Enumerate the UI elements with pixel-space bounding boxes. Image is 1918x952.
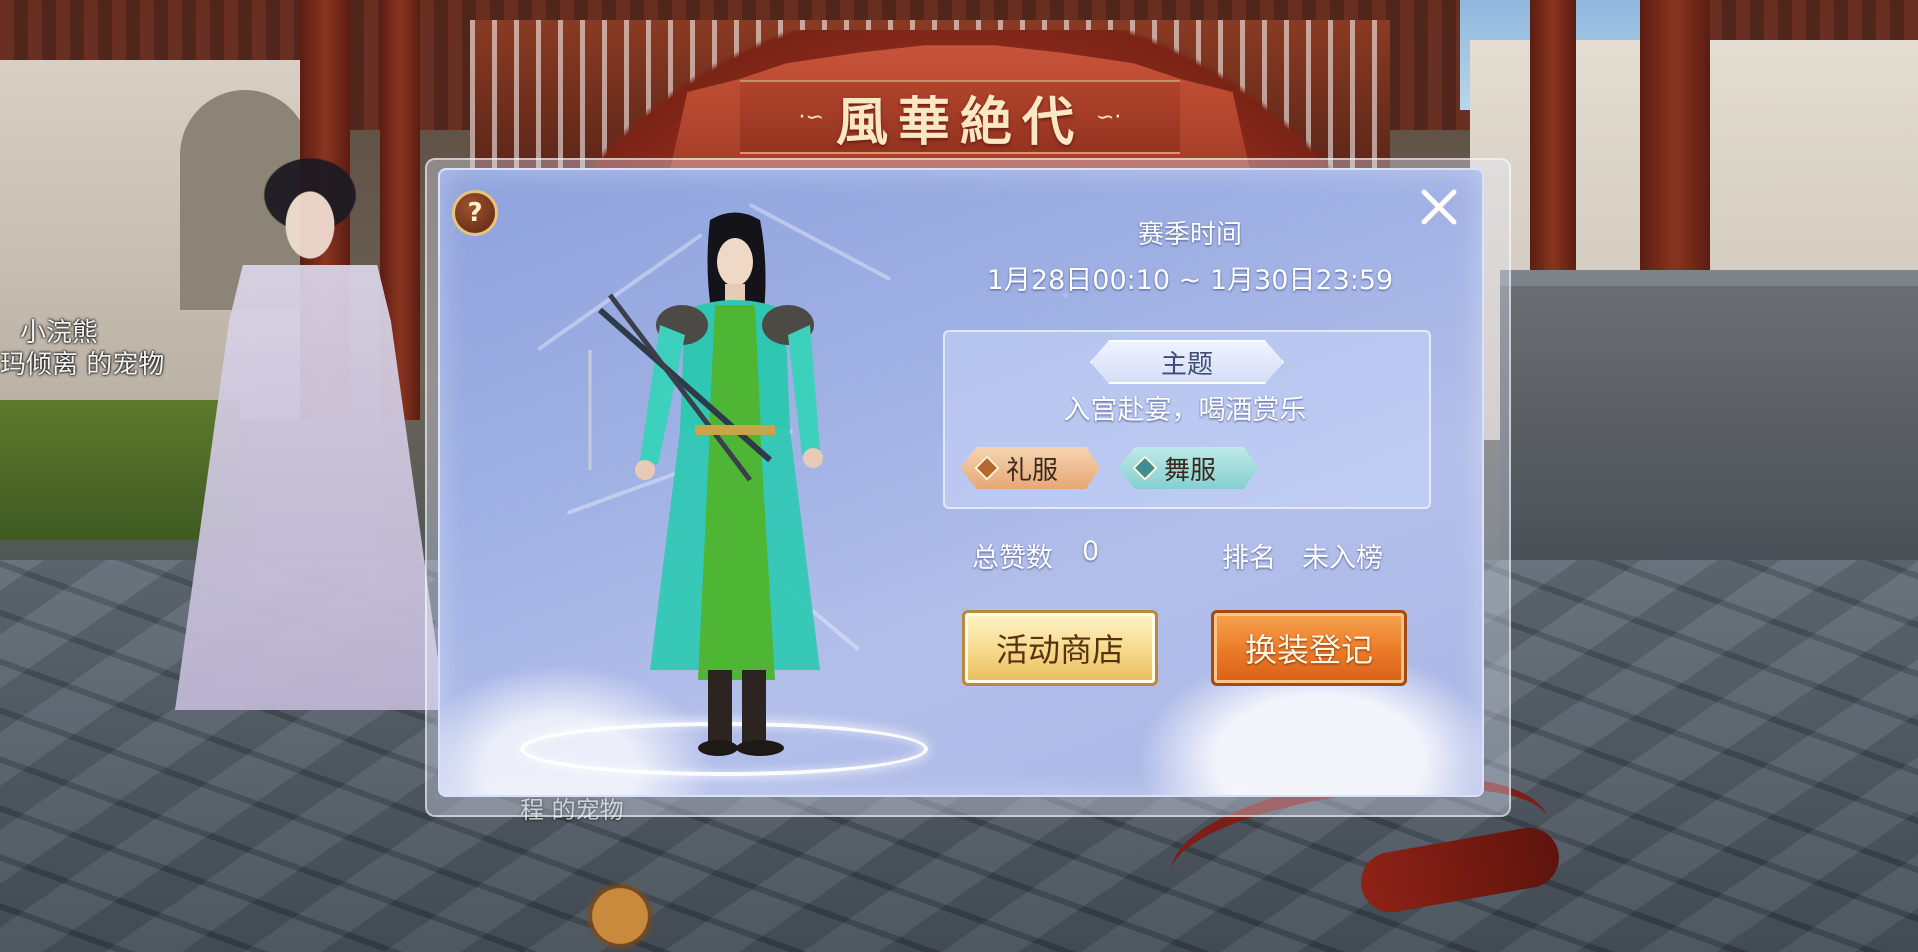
season-time-title: 赛季时间 <box>1137 220 1242 250</box>
close-icon[interactable] <box>1412 180 1466 234</box>
rank-label: 排名 <box>1222 543 1276 574</box>
stone-balustrade <box>1500 270 1918 566</box>
help-glyph: ? <box>467 198 483 228</box>
pet-creature[interactable] <box>585 880 655 952</box>
rank-value: 未入榜 <box>1302 543 1383 574</box>
event-banner-plaque: ·∽ 風華絶代 ∽· <box>740 80 1180 154</box>
character-model[interactable] <box>520 200 940 780</box>
total-likes-value: 0 <box>1082 536 1100 567</box>
question-icon[interactable]: ? <box>452 190 498 236</box>
pet-owner-label: 玛倾离 的宠物 <box>0 350 165 380</box>
banner-ornament-right: ∽· <box>1096 104 1122 130</box>
outfit-tag-label: 舞服 <box>1164 455 1217 486</box>
close-x-glyph <box>1421 189 1457 225</box>
theme-description: 入宫赴宴，喝酒赏乐 <box>1063 395 1307 426</box>
banner-ornament-left: ·∽ <box>798 104 824 130</box>
game-scene: 小浣熊 玛倾离 的宠物 程 的宠物 ·∽ 風華絶代 ∽· ? 赛季时间 1月28… <box>0 0 1918 952</box>
diamond-icon <box>974 455 1000 481</box>
event-shop-button[interactable]: 活动商店 <box>962 610 1158 686</box>
total-likes-label: 总赞数 <box>972 543 1053 574</box>
event-title: 風華絶代 <box>835 91 1084 153</box>
diamond-icon <box>1132 455 1158 481</box>
theme-tag-label: 主题 <box>1160 349 1213 380</box>
season-time-range: 1月28日00:10 ~ 1月30日23:59 <box>986 265 1394 296</box>
outfit-tag-dance[interactable]: 舞服 <box>1118 447 1258 489</box>
outfit-tag-formal[interactable]: 礼服 <box>960 447 1100 489</box>
outfit-tag-label: 礼服 <box>1006 455 1059 486</box>
outfit-register-button[interactable]: 换装登记 <box>1211 610 1407 686</box>
theme-tag: 主题 <box>1090 340 1284 384</box>
